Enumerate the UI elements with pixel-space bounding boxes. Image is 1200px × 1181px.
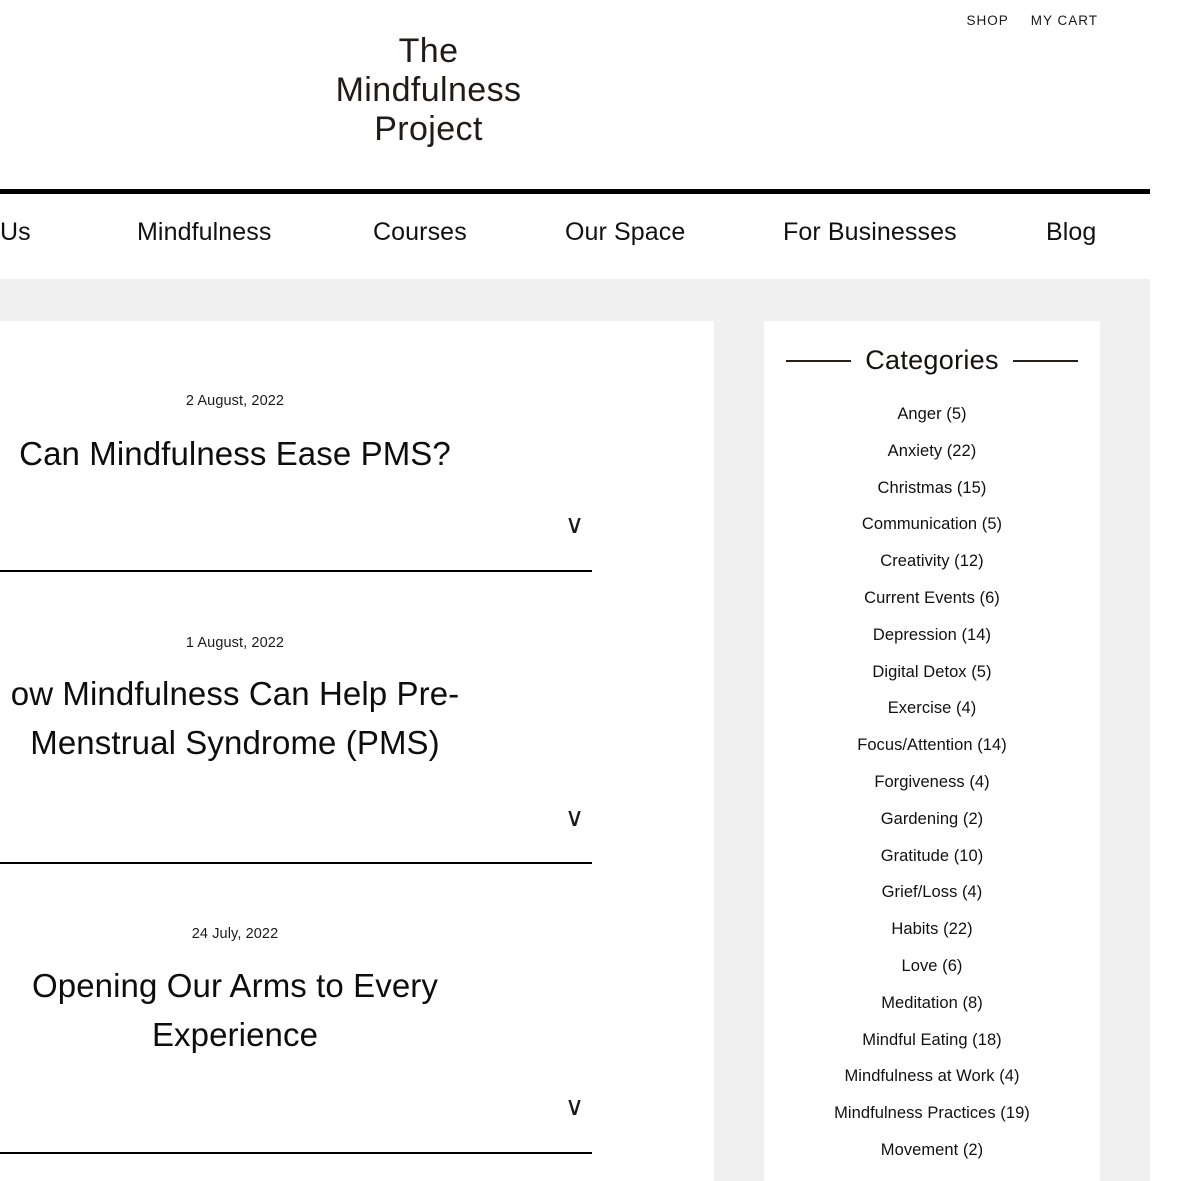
category-list-item[interactable]: Habits (22) (764, 911, 1100, 948)
blog-listing-page: SHOP MY CART The Mindfulness Project Us … (0, 0, 1200, 1181)
category-link[interactable]: Depression (14) (873, 626, 991, 644)
category-link[interactable]: Exercise (4) (888, 699, 977, 717)
category-list-item[interactable]: Anxiety (22) (764, 433, 1100, 470)
category-list-item[interactable]: Movement (2) (764, 1132, 1100, 1169)
categories-title: Categories (865, 345, 999, 375)
category-link[interactable]: Forgiveness (4) (874, 773, 989, 791)
category-link[interactable]: Gardening (2) (881, 810, 983, 828)
category-link[interactable]: Movement (2) (881, 1141, 983, 1159)
category-list-item[interactable]: Forgiveness (4) (764, 764, 1100, 801)
category-link[interactable]: Grief/Loss (4) (882, 883, 983, 901)
category-link[interactable]: Anger (5) (897, 405, 966, 423)
category-list: Anger (5) Anxiety (22) Christmas (15) Commu… (764, 396, 1100, 1169)
logo-line-2: Mindfulness (335, 71, 522, 109)
category-list-item[interactable]: Gardening (2) (764, 801, 1100, 838)
site-logo[interactable]: The Mindfulness Project (0, 32, 857, 149)
chevron-down-icon[interactable]: ∨ (565, 804, 584, 830)
category-list-item[interactable]: Current Events (6) (764, 580, 1100, 617)
category-link[interactable]: Mindfulness at Work (4) (844, 1067, 1019, 1085)
category-link[interactable]: Christmas (15) (878, 479, 987, 497)
category-list-item[interactable]: Christmas (15) (764, 470, 1100, 507)
categories-header: Categories (764, 345, 1100, 376)
category-list-item[interactable]: Creativity (12) (764, 543, 1100, 580)
category-link[interactable]: Digital Detox (5) (872, 663, 991, 681)
category-link[interactable]: Mindful Eating (18) (862, 1031, 1001, 1049)
category-link[interactable]: Gratitude (10) (881, 847, 984, 865)
post-divider (0, 862, 592, 864)
category-list-item[interactable]: Meditation (8) (764, 985, 1100, 1022)
post-date: 24 July, 2022 (191, 926, 279, 942)
my-cart-link[interactable]: MY CART (1031, 13, 1098, 28)
categories-sidebar: Categories Anger (5) Anxiety (22) Christma… (764, 321, 1100, 1181)
category-list-item[interactable]: Gratitude (10) (764, 838, 1100, 875)
category-list-item[interactable]: Anger (5) (764, 396, 1100, 433)
category-list-item[interactable]: Communication (5) (764, 506, 1100, 543)
post-divider (0, 1152, 592, 1154)
nav-item-blog[interactable]: Blog (1046, 218, 1096, 247)
header-rule-right (1012, 359, 1078, 362)
category-list-item[interactable]: Grief/Loss (4) (764, 874, 1100, 911)
category-link[interactable]: Anxiety (22) (888, 442, 977, 460)
category-link[interactable]: Meditation (8) (881, 994, 983, 1012)
category-link[interactable]: Habits (22) (891, 920, 972, 938)
category-list-item[interactable]: Love (6) (764, 948, 1100, 985)
nav-item-our-space[interactable]: Our Space (565, 218, 685, 247)
post-title[interactable]: ow Mindfulness Can Help Pre-Menstrual Sy… (0, 669, 470, 767)
nav-item-mindfulness[interactable]: Mindfulness (137, 218, 272, 247)
category-list-item[interactable]: Mindfulness Practices (19) (764, 1095, 1100, 1132)
category-list-item[interactable]: Digital Detox (5) (764, 654, 1100, 691)
nav-item-for-businesses[interactable]: For Businesses (783, 218, 957, 247)
logo-line-1: The (398, 32, 459, 70)
category-link[interactable]: Current Events (6) (864, 589, 1000, 607)
category-list-item[interactable]: Mindful Eating (18) (764, 1022, 1100, 1059)
post-date: 1 August, 2022 (185, 635, 285, 651)
post-title[interactable]: Can Mindfulness Ease PMS? (0, 429, 470, 478)
chevron-down-icon[interactable]: ∨ (565, 1093, 584, 1119)
main-navigation: Us Mindfulness Courses Our Space For Bus… (0, 194, 1150, 279)
post-divider (0, 570, 592, 572)
logo-line-3: Project (374, 110, 483, 148)
category-link[interactable]: Focus/Attention (14) (857, 736, 1007, 754)
category-link[interactable]: Love (6) (902, 957, 963, 975)
category-list-item[interactable]: Mindfulness at Work (4) (764, 1058, 1100, 1095)
chevron-down-icon[interactable]: ∨ (565, 511, 584, 537)
category-link[interactable]: Creativity (12) (880, 552, 983, 570)
shop-link[interactable]: SHOP (966, 13, 1008, 28)
header-rule-left (786, 359, 852, 362)
blog-post-list: 2 August, 2022 Can Mindfulness Ease PMS?… (0, 321, 714, 1181)
post-date: 2 August, 2022 (185, 393, 285, 409)
post-title[interactable]: Opening Our Arms to Every Experience (0, 961, 470, 1059)
category-link[interactable]: Communication (5) (862, 515, 1002, 533)
category-list-item[interactable]: Focus/Attention (14) (764, 727, 1100, 764)
category-list-item[interactable]: Depression (14) (764, 617, 1100, 654)
nav-item-courses[interactable]: Courses (373, 218, 467, 247)
category-list-item[interactable]: Exercise (4) (764, 690, 1100, 727)
nav-item-us[interactable]: Us (0, 218, 31, 247)
category-link[interactable]: Mindfulness Practices (19) (834, 1104, 1030, 1122)
